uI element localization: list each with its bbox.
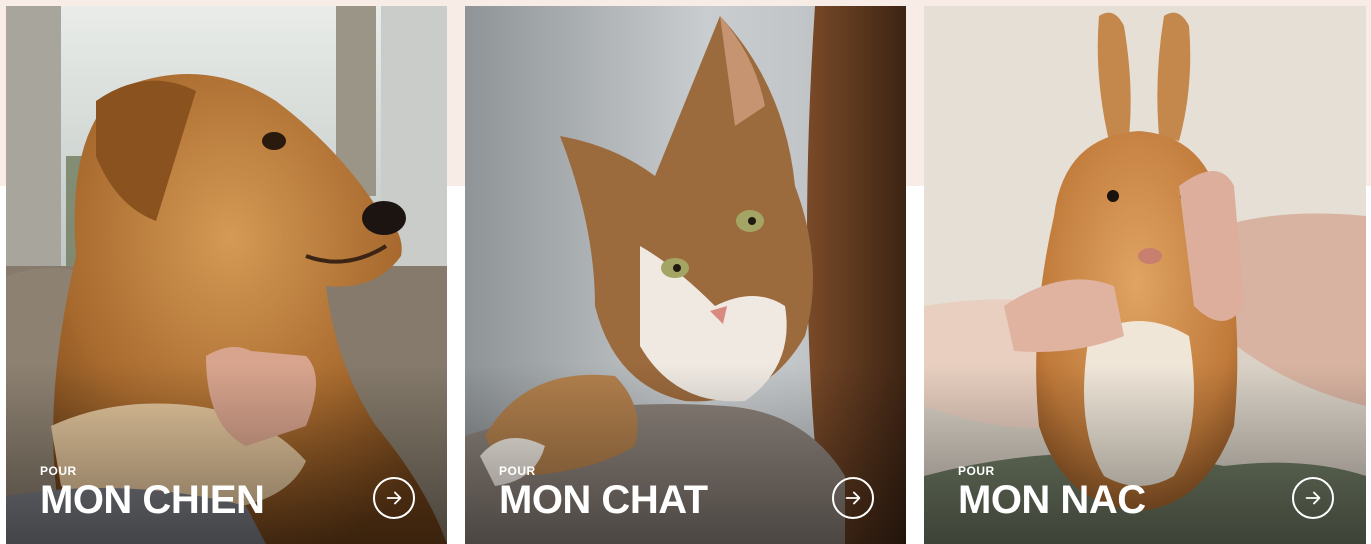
card-title: MON CHAT [499, 478, 708, 522]
card-arrow-button[interactable] [373, 477, 415, 519]
card-kicker: POUR [40, 464, 77, 478]
category-cards: POUR MON CHIEN POUR MON CHAT POUR MON NA… [6, 6, 1366, 544]
category-card-rabbit[interactable]: POUR MON NAC [924, 6, 1366, 544]
arrow-right-icon [1305, 491, 1321, 505]
card-title: MON NAC [958, 478, 1146, 522]
arrow-right-icon [845, 491, 861, 505]
card-title: MON CHIEN [40, 478, 265, 522]
category-card-cat[interactable]: POUR MON CHAT [465, 6, 906, 544]
card-arrow-button[interactable] [1292, 477, 1334, 519]
card-kicker: POUR [958, 464, 995, 478]
card-caption: POUR MON NAC [958, 464, 1146, 522]
category-card-dog[interactable]: POUR MON CHIEN [6, 6, 447, 544]
card-kicker: POUR [499, 464, 536, 478]
card-arrow-button[interactable] [832, 477, 874, 519]
arrow-right-icon [386, 491, 402, 505]
card-caption: POUR MON CHIEN [40, 464, 265, 522]
card-caption: POUR MON CHAT [499, 464, 708, 522]
